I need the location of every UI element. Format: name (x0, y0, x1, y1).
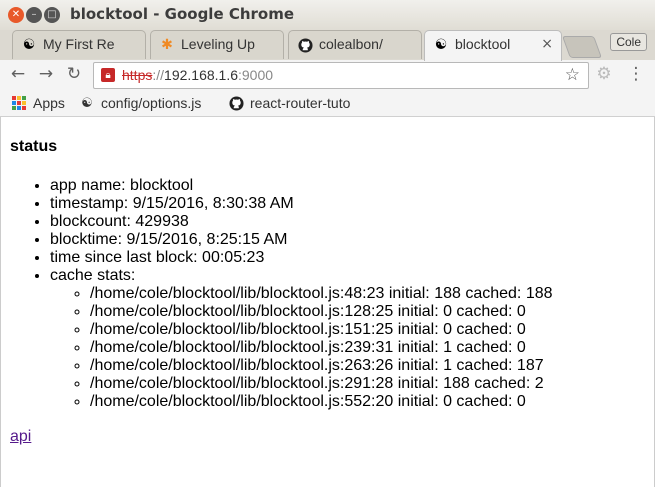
bookmark-label: Apps (33, 95, 65, 111)
url-scheme: https (122, 67, 153, 83)
window-close-button[interactable]: ✕ (8, 7, 24, 23)
bookmark-label: react-router-tuto (250, 95, 351, 111)
cache-stat-item: /home/cole/blocktool/lib/blocktool.js:12… (90, 303, 553, 321)
github-icon (228, 95, 244, 111)
cache-stats-list: /home/cole/blocktool/lib/blocktool.js:48… (50, 285, 553, 411)
tab-blocktool[interactable]: ☯ blocktool × (424, 30, 562, 61)
list-item: timestamp: 9/15/2016, 8:30:38 AM (50, 195, 553, 213)
cache-stat-item: /home/cole/blocktool/lib/blocktool.js:48… (90, 285, 553, 303)
github-icon (297, 37, 313, 53)
extension-icon[interactable]: ⚙ (594, 64, 614, 84)
bookmark-react-router[interactable]: react-router-tuto (228, 94, 368, 112)
list-item: blocktime: 9/15/2016, 8:25:15 AM (50, 231, 553, 249)
bookmark-apps[interactable]: Apps (11, 94, 65, 112)
tab-title: My First Re (43, 36, 115, 52)
apps-grid-icon (11, 95, 27, 111)
reload-button[interactable]: ↻ (64, 64, 84, 84)
profile-button[interactable]: Cole (610, 33, 647, 51)
window-minimize-button[interactable]: – (26, 7, 42, 23)
url-host: 192.168.1.6 (164, 67, 238, 83)
yin-yang-icon: ☯ (81, 95, 93, 110)
yin-yang-icon: ☯ (22, 37, 36, 53)
cache-stats-label: cache stats: (50, 267, 136, 284)
list-item: time since last block: 00:05:23 (50, 249, 553, 267)
title-bar: ✕ – □ blocktool - Google Chrome (0, 0, 655, 33)
list-item: app name: blocktool (50, 177, 553, 195)
tab-title: blocktool (455, 36, 511, 52)
bookmark-label: config/options.js (101, 95, 202, 111)
window-title: blocktool - Google Chrome (70, 5, 295, 23)
close-tab-icon[interactable]: × (541, 36, 553, 52)
cache-stat-item: /home/cole/blocktool/lib/blocktool.js:23… (90, 339, 553, 357)
menu-kebab-icon[interactable]: ⋮ (626, 64, 646, 84)
tab-colealbon[interactable]: colealbon/ (288, 30, 422, 59)
back-button[interactable]: ← (8, 64, 28, 84)
new-tab-button[interactable] (561, 36, 603, 58)
bookmark-star-icon[interactable]: ☆ (565, 65, 580, 85)
tab-strip: ☯ My First Re ✱ Leveling Up colealbon/ ☯… (0, 30, 655, 61)
api-link[interactable]: api (10, 428, 31, 446)
cache-stat-item: /home/cole/blocktool/lib/blocktool.js:55… (90, 393, 553, 411)
address-bar[interactable]: 🔒︎ https://192.168.1.6:9000 ☆ (93, 62, 589, 89)
tab-leveling-up[interactable]: ✱ Leveling Up (150, 30, 284, 59)
page-title: status (10, 138, 58, 155)
url-text[interactable]: https://192.168.1.6:9000 (122, 67, 273, 83)
tab-my-first[interactable]: ☯ My First Re (12, 30, 146, 59)
cache-stat-item: /home/cole/blocktool/lib/blocktool.js:15… (90, 321, 553, 339)
window-maximize-button[interactable]: □ (44, 7, 60, 23)
tab-title: Leveling Up (181, 36, 255, 52)
bookmark-config-options[interactable]: ☯ config/options.js (79, 94, 217, 112)
asterisk-icon: ✱ (161, 37, 173, 53)
cache-stat-item: /home/cole/blocktool/lib/blocktool.js:26… (90, 357, 553, 375)
yin-yang-icon: ☯ (434, 37, 448, 53)
forward-button[interactable]: → (36, 64, 56, 84)
list-item: blockcount: 429938 (50, 213, 553, 231)
tab-title: colealbon/ (319, 36, 383, 52)
bookmarks-bar: Apps ☯ config/options.js react-router-tu… (0, 90, 655, 117)
list-item-cache-stats: cache stats: /home/cole/blocktool/lib/bl… (50, 267, 553, 411)
url-port: :9000 (238, 67, 274, 83)
page-content: status app name: blocktool timestamp: 9/… (0, 117, 655, 487)
navigation-toolbar: ← → ↻ 🔒︎ https://192.168.1.6:9000 ☆ ⚙ ⋮ (0, 60, 655, 90)
status-list: app name: blocktool timestamp: 9/15/2016… (10, 177, 553, 411)
cache-stat-item: /home/cole/blocktool/lib/blocktool.js:29… (90, 375, 553, 393)
url-separator: :// (152, 67, 165, 83)
insecure-lock-icon[interactable]: 🔒︎ (101, 68, 115, 82)
